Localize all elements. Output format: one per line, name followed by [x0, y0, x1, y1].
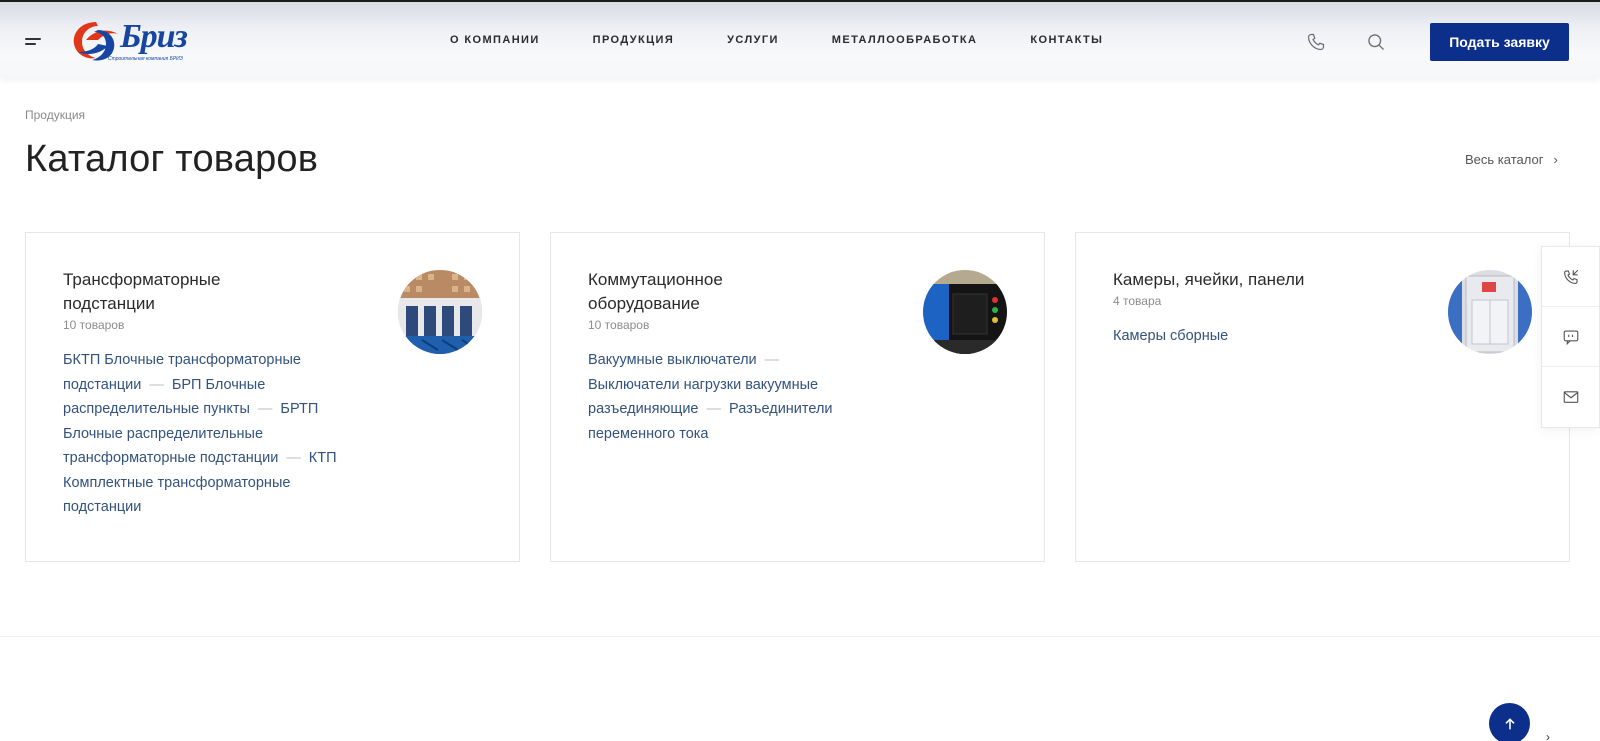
card-title[interactable]: Коммутационное оборудование [588, 268, 828, 316]
page-title: Каталог товаров [25, 138, 319, 180]
breadcrumb[interactable]: Продукция [25, 108, 85, 122]
card-title[interactable]: Трансформаторные подстанции [63, 268, 303, 316]
logo[interactable]: Бриз Строительная компания БРИЗ [68, 16, 218, 66]
separator: — [706, 401, 722, 417]
main-nav: О КОМПАНИИ ПРОДУКЦИЯ УСЛУГИ МЕТАЛЛООБРАБ… [450, 34, 1156, 46]
mail-icon[interactable] [1542, 367, 1599, 427]
nav-item-metalworking[interactable]: МЕТАЛЛООБРАБОТКА [832, 34, 978, 46]
submit-request-button[interactable]: Подать заявку [1430, 23, 1569, 61]
card-link[interactable]: Камеры сборные [1113, 328, 1228, 344]
card-link[interactable]: Вакуумные выключатели [588, 352, 757, 368]
chat-icon[interactable] [1542, 307, 1599, 367]
switchgear-photo[interactable] [923, 270, 1007, 354]
card-count: 10 товаров [63, 318, 125, 332]
all-catalog-label: Весь каталог [1465, 152, 1544, 167]
category-card-cells[interactable]: Камеры, ячейки, панели 4 товара Камеры с… [1075, 232, 1570, 562]
separator: — [149, 376, 164, 393]
section-divider [0, 636, 1600, 637]
separator: — [257, 401, 273, 417]
cells-photo[interactable] [1448, 270, 1532, 354]
card-links: Вакуумные выключатели —Выключатели нагруз… [588, 348, 858, 446]
phone-callback-icon[interactable] [1542, 247, 1599, 307]
separator: — [286, 450, 301, 466]
card-count: 4 товара [1113, 294, 1162, 308]
chevron-right-icon[interactable]: › [1546, 730, 1550, 741]
all-catalog-link[interactable]: Весь каталог › [1465, 152, 1558, 167]
logo-subtitle: Строительная компания БРИЗ [108, 56, 183, 62]
nav-item-about[interactable]: О КОМПАНИИ [450, 34, 540, 46]
card-count: 10 товаров [588, 318, 650, 332]
nav-item-services[interactable]: УСЛУГИ [727, 34, 779, 46]
separator: — [764, 352, 780, 368]
nav-item-contacts[interactable]: КОНТАКТЫ [1030, 34, 1103, 46]
card-title[interactable]: Камеры, ячейки, панели [1113, 268, 1353, 292]
nav-item-products[interactable]: ПРОДУКЦИЯ [593, 34, 674, 46]
substation-photo[interactable] [398, 270, 482, 354]
search-icon[interactable] [1366, 32, 1386, 52]
site-header: Бриз Строительная компания БРИЗ О КОМПАН… [0, 0, 1600, 78]
burger-menu-icon[interactable] [25, 38, 41, 48]
category-card-switchgear[interactable]: Коммутационное оборудование 10 товаров В… [550, 232, 1045, 562]
category-card-substations[interactable]: Трансформаторные подстанции 10 товаров Б… [25, 232, 520, 562]
scroll-top-button[interactable] [1489, 703, 1530, 741]
arrow-up-icon [1504, 717, 1515, 729]
chevron-right-icon: › [1553, 152, 1558, 167]
side-contact-widget [1541, 246, 1600, 428]
logo-text: Бриз [120, 18, 188, 55]
card-links: Камеры сборные [1113, 324, 1403, 349]
phone-icon[interactable] [1306, 32, 1326, 52]
card-links: БКТП Блочные трансформаторные подстанции… [63, 348, 353, 520]
